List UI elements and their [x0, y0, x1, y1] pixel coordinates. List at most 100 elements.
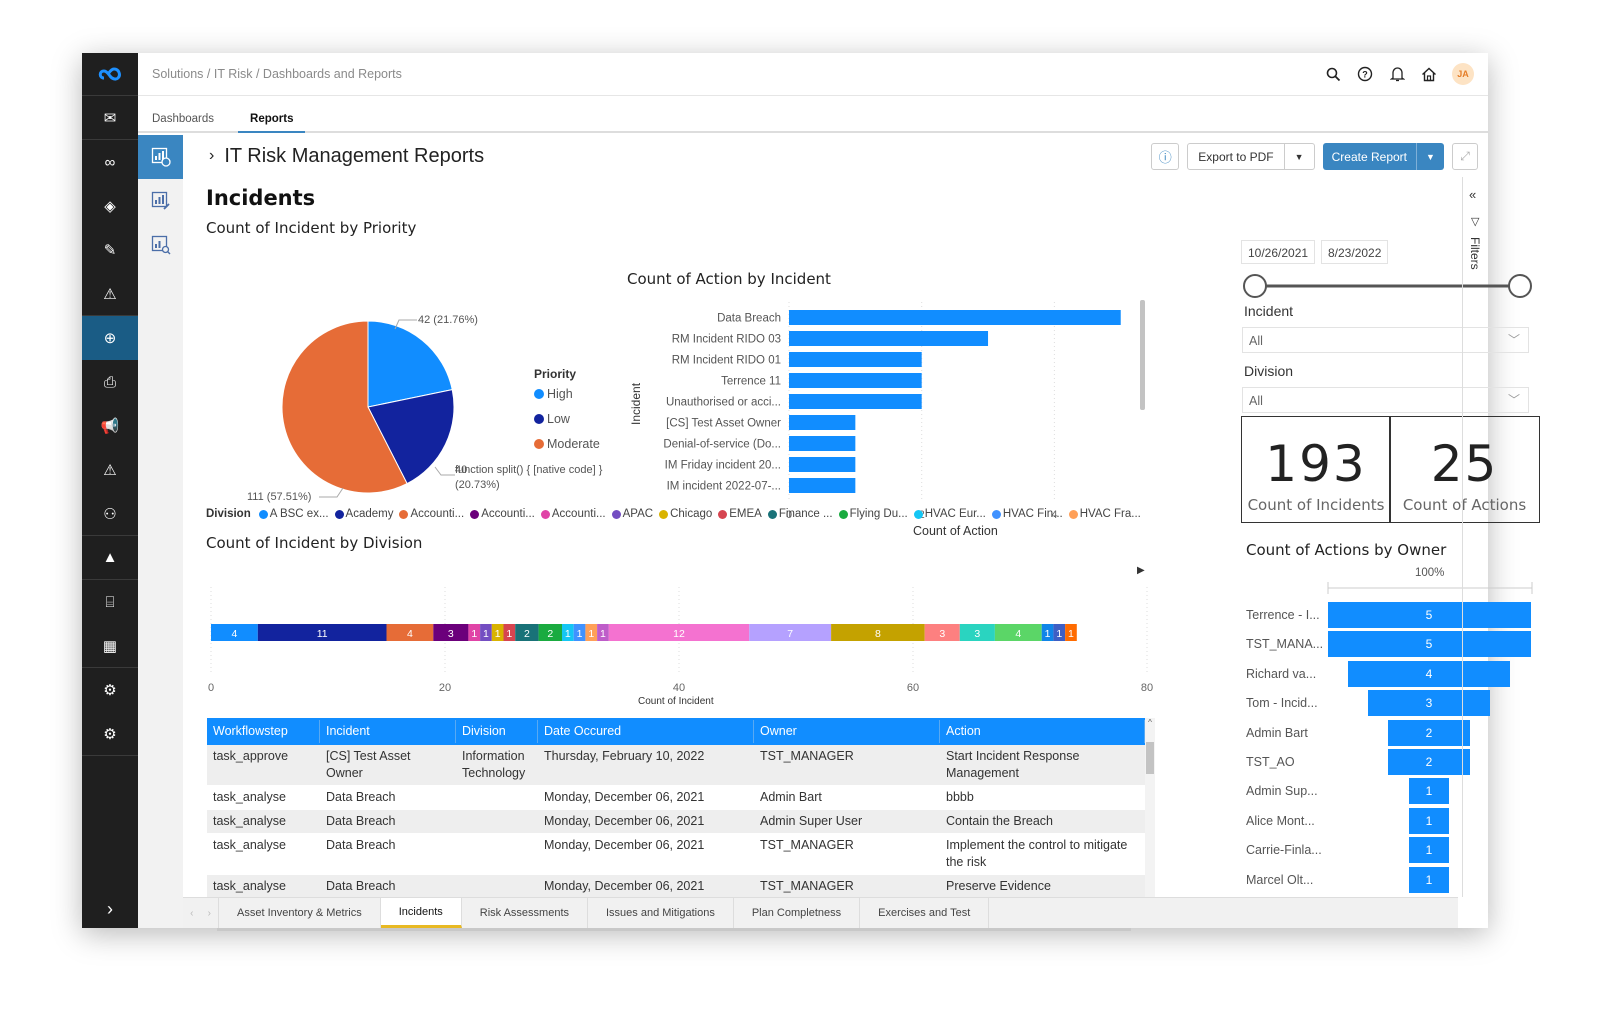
next-page-icon[interactable]: ›	[208, 908, 211, 919]
column-header[interactable]: Action	[940, 720, 1145, 743]
date-range-slider[interactable]	[1241, 272, 1536, 302]
table-row[interactable]: task_analyse Data Breach Monday, December …	[207, 875, 1145, 899]
legend-next-icon[interactable]: ▶	[1137, 565, 1145, 576]
funnel-bar[interactable]: 2	[1388, 719, 1470, 746]
breadcrumb[interactable]: Solutions / IT Risk / Dashboards and Rep…	[152, 67, 402, 81]
collapse-filters-icon[interactable]: «	[1469, 187, 1476, 202]
bar-chart-scrollbar[interactable]	[1140, 300, 1145, 410]
column-header[interactable]: Owner	[754, 720, 940, 743]
rail-item-11[interactable]: ⌸	[82, 580, 138, 624]
date-from-field[interactable]: 10/26/2021	[1241, 240, 1316, 264]
tab-reports[interactable]: Reports	[238, 113, 306, 133]
date-to-field[interactable]: 8/23/2022	[1321, 240, 1389, 264]
rail-item-9[interactable]: ⚇	[82, 492, 138, 536]
slider-handle-end[interactable]	[1508, 274, 1532, 298]
rail-item-12[interactable]: ▦	[82, 624, 138, 668]
bar[interactable]	[789, 310, 1121, 325]
info-button[interactable]: ⓘ	[1151, 143, 1180, 170]
funnel-bar[interactable]: 5	[1327, 631, 1531, 658]
table-row[interactable]: task_analyse Data Breach Monday, December …	[207, 810, 1145, 834]
page-tab[interactable]: Asset Inventory & Metrics	[219, 898, 381, 928]
rail-item-5[interactable]: ⊕	[82, 316, 138, 360]
division-legend-item[interactable]: Accounti...	[470, 508, 535, 520]
division-legend-item[interactable]: HVAC Fra...	[1068, 508, 1141, 520]
help-icon[interactable]: ?	[1356, 65, 1374, 83]
edit-report-button[interactable]	[138, 179, 183, 223]
rail-item-1[interactable]: ∞	[82, 140, 138, 184]
fullscreen-button[interactable]: ⤢	[1452, 143, 1478, 170]
page-tab[interactable]: Incidents	[380, 898, 462, 928]
bell-icon[interactable]	[1388, 65, 1406, 83]
priority-pie-chart[interactable]	[278, 317, 458, 497]
bar[interactable]	[789, 436, 856, 451]
table-row[interactable]: task_approve [CS] Test Asset Owner Informa…	[207, 745, 1145, 786]
funnel-bar[interactable]: 1	[1408, 866, 1450, 893]
pie-legend-item[interactable]: High	[534, 387, 573, 401]
page-tab[interactable]: Issues and Mitigations	[588, 898, 734, 928]
search-icon[interactable]	[1324, 65, 1342, 83]
bar[interactable]	[789, 373, 922, 388]
division-legend-item[interactable]: Academy	[334, 508, 393, 520]
bar[interactable]	[789, 394, 922, 409]
rail-item-3[interactable]: ✎	[82, 228, 138, 272]
division-legend-item[interactable]: Accounti...	[540, 508, 606, 520]
app-logo[interactable]	[82, 53, 138, 96]
scroll-up-icon[interactable]: ^	[1145, 718, 1155, 727]
expand-rail-button[interactable]: ›	[82, 899, 138, 920]
column-header[interactable]: Incident	[320, 720, 456, 743]
export-pdf-button[interactable]: Export to PDF	[1188, 144, 1283, 169]
rail-item-6[interactable]: ⎙	[82, 360, 138, 404]
bar[interactable]	[789, 415, 856, 430]
scroll-thumb[interactable]	[1146, 742, 1154, 774]
funnel-bar[interactable]: 5	[1327, 602, 1531, 628]
rail-item-10[interactable]: ▲	[82, 536, 138, 580]
funnel-bar[interactable]: 1	[1408, 778, 1450, 805]
rail-item-8[interactable]: ⚠	[82, 448, 138, 492]
funnel-bar[interactable]: 1	[1408, 837, 1450, 864]
table-vertical-scrollbar[interactable]: ^	[1145, 718, 1155, 918]
rail-item-4[interactable]: ⚠	[82, 272, 138, 316]
search-report-button[interactable]	[138, 223, 183, 267]
rail-item-13[interactable]: ⚙	[82, 668, 138, 712]
rail-item-2[interactable]: ◈	[82, 184, 138, 228]
slider-handle-start[interactable]	[1243, 274, 1267, 298]
page-tab[interactable]: Exercises and Test	[860, 898, 990, 928]
rail-item-7[interactable]: 📢	[82, 404, 138, 448]
home-icon[interactable]	[1420, 65, 1438, 83]
funnel-bar[interactable]: 2	[1388, 749, 1470, 775]
prev-page-icon[interactable]: ‹	[190, 908, 193, 919]
rail-item-0[interactable]: ✉	[82, 96, 138, 140]
funnel-bar[interactable]: 1	[1408, 807, 1450, 834]
user-avatar[interactable]: JA	[1452, 63, 1474, 85]
column-header[interactable]: Workflowstep	[207, 720, 320, 743]
export-dropdown-button[interactable]: ▼	[1283, 144, 1314, 169]
page-tab[interactable]: Plan Completness	[734, 898, 861, 928]
bar[interactable]	[789, 352, 922, 367]
column-header[interactable]: Date Occured	[538, 720, 754, 743]
bar[interactable]	[789, 457, 856, 472]
division-legend-item[interactable]: Finance ...	[767, 508, 833, 520]
create-dropdown-button[interactable]: ▼	[1416, 143, 1444, 170]
table-row[interactable]: task_analyse Data Breach Monday, December …	[207, 834, 1145, 875]
column-header[interactable]: Division	[456, 720, 538, 743]
division-legend-item[interactable]: Accounti...	[399, 508, 464, 520]
division-legend-item[interactable]: APAC	[611, 508, 653, 520]
table-row[interactable]: task_analyse Data Breach Monday, December …	[207, 786, 1145, 810]
filters-pane[interactable]: « ▽ Filters	[1462, 177, 1488, 897]
pie-legend-item[interactable]: Low	[534, 412, 570, 426]
bar[interactable]	[789, 331, 989, 346]
division-legend-item[interactable]: A BSC ex...	[258, 508, 329, 520]
pie-legend-item[interactable]: Moderate	[534, 437, 600, 451]
create-report-button[interactable]: Create Report	[1323, 143, 1416, 170]
division-legend-item[interactable]: Chicago	[659, 508, 712, 520]
tab-dashboards[interactable]: Dashboards	[152, 113, 226, 131]
division-legend-item[interactable]: HVAC Fin...	[991, 508, 1063, 520]
rail-item-14[interactable]: ⚙	[82, 712, 138, 756]
chevron-right-icon[interactable]: ›	[209, 147, 214, 165]
view-report-button[interactable]	[138, 135, 183, 179]
bar[interactable]	[789, 478, 856, 493]
division-legend-item[interactable]: HVAC Eur...	[913, 508, 986, 520]
page-tab[interactable]: Risk Assessments	[462, 898, 588, 928]
division-legend-item[interactable]: EMEA	[718, 508, 762, 520]
division-legend-item[interactable]: Flying Du...	[838, 508, 908, 520]
